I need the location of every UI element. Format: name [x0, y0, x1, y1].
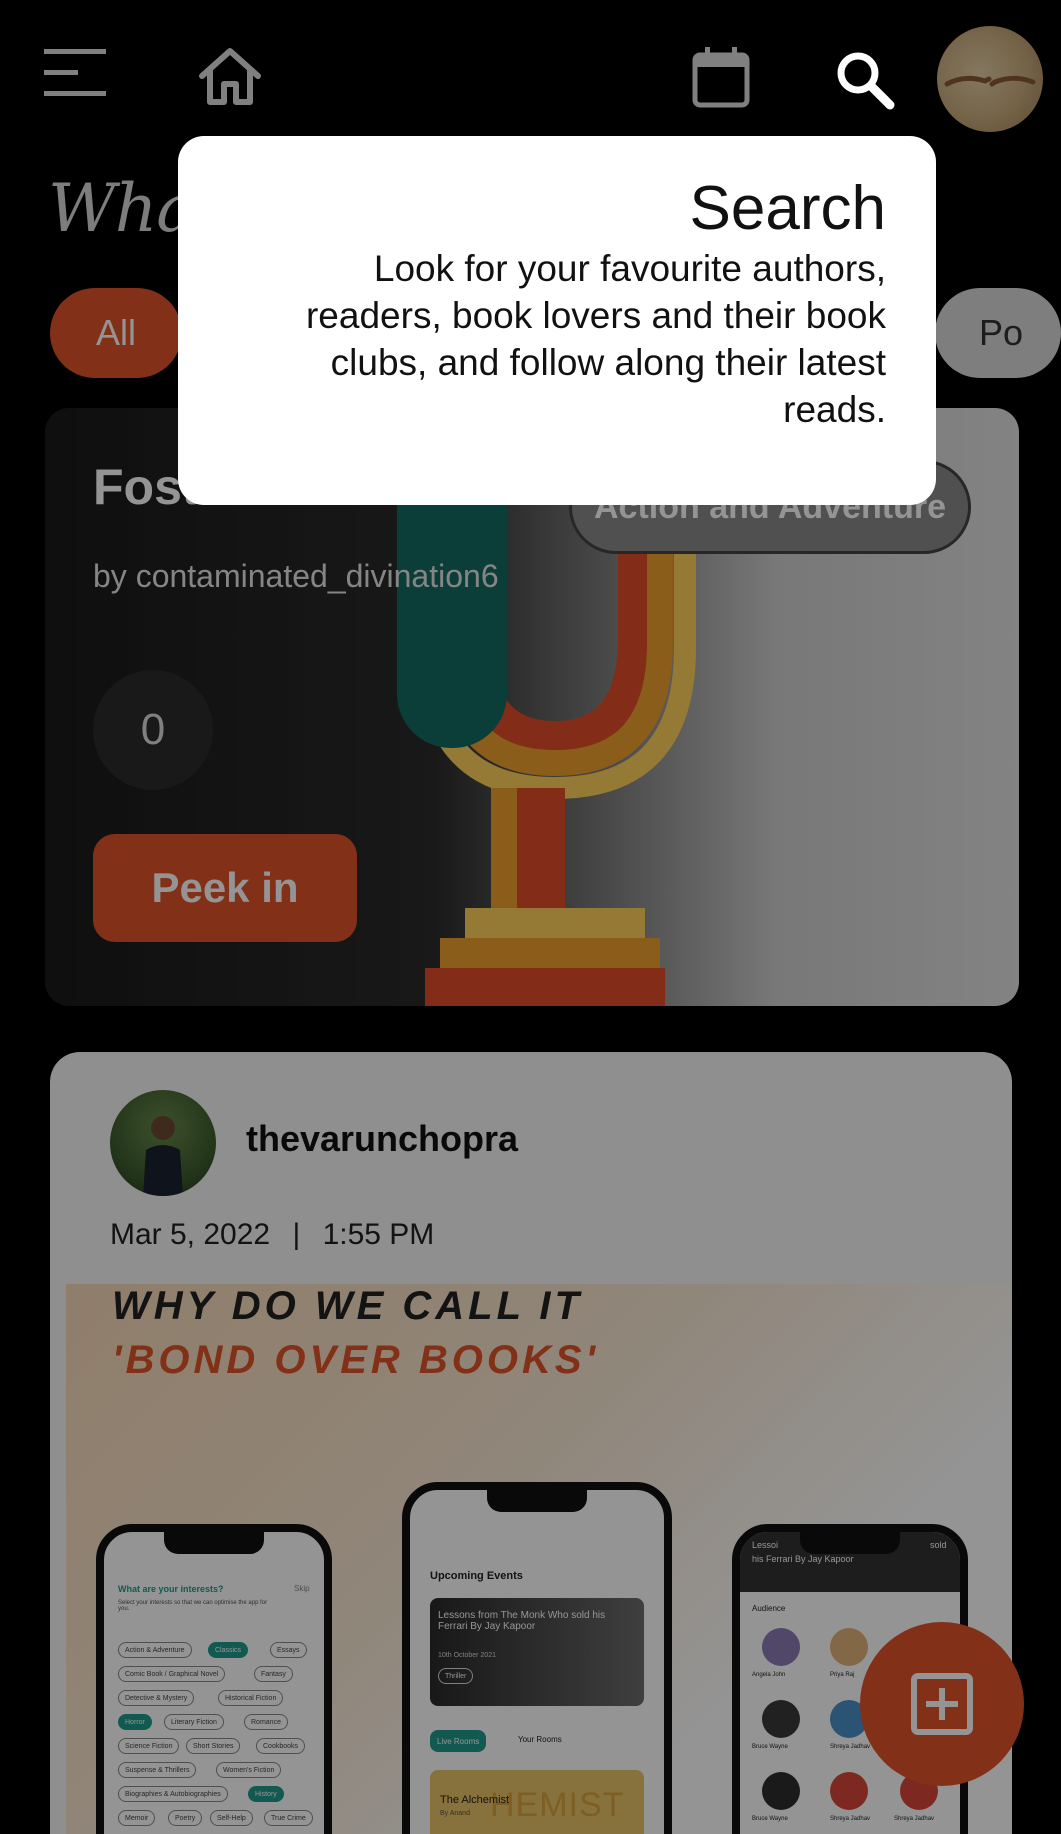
tooltip-title: Search — [689, 174, 886, 243]
search-icon[interactable] — [825, 30, 905, 130]
onboarding-tooltip[interactable]: Search Look for your favourite authors, … — [178, 136, 936, 505]
tooltip-body: Look for your favourite authors, readers… — [305, 248, 886, 431]
